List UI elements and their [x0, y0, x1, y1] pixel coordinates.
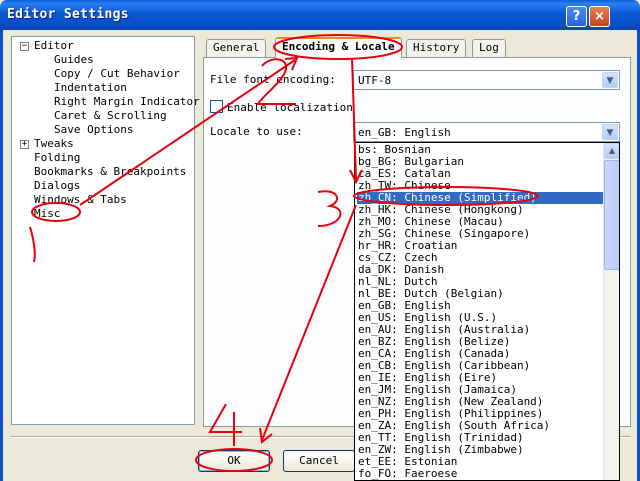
tree-item-save-options[interactable]: Save Options [54, 123, 133, 137]
file-encoding-label: File font encoding: [210, 73, 336, 86]
locale-select[interactable]: en_GB: English ▼ [353, 122, 620, 142]
file-encoding-value: UTF-8 [358, 74, 392, 87]
help-icon: ? [572, 9, 581, 24]
cancel-button[interactable]: Cancel [283, 450, 355, 472]
scrollbar-thumb[interactable] [604, 160, 619, 270]
help-button[interactable]: ? [566, 6, 587, 27]
enable-localization-label: Enable localization [227, 101, 353, 114]
window-title: Editor Settings [7, 7, 129, 22]
tab-history[interactable]: History [406, 39, 467, 57]
ok-button[interactable]: OK [198, 450, 270, 472]
tree-item-windows-tabs[interactable]: Windows & Tabs [34, 193, 127, 207]
locale-option[interactable]: fo_FO: Faeroese [357, 468, 603, 480]
scroll-up-icon[interactable]: ▲ [604, 143, 619, 159]
chevron-down-icon[interactable]: ▼ [602, 124, 618, 140]
tree-item-caret-scrolling[interactable]: Caret & Scrolling [54, 109, 167, 123]
tree-item-right-margin[interactable]: Right Margin Indicator [54, 95, 200, 109]
chevron-down-icon[interactable]: ▼ [602, 72, 618, 88]
title-bar: Editor Settings ? × [0, 0, 640, 30]
collapse-icon[interactable]: − [20, 42, 29, 51]
locale-value: en_GB: English [358, 126, 451, 139]
locale-label: Locale to use: [210, 125, 303, 138]
scrollbar[interactable]: ▲ [603, 143, 619, 480]
tab-log[interactable]: Log [472, 39, 506, 57]
tree-item-editor[interactable]: Editor [34, 39, 74, 53]
tab-general[interactable]: General [206, 39, 267, 57]
enable-localization-checkbox[interactable] [210, 100, 223, 113]
expand-icon[interactable]: + [20, 140, 29, 149]
tab-encoding-locale[interactable]: Encoding & Locale [275, 37, 402, 58]
tree-item-tweaks[interactable]: Tweaks [34, 137, 74, 151]
tree-item-copy-cut[interactable]: Copy / Cut Behavior [54, 67, 180, 81]
tree-item-bookmarks[interactable]: Bookmarks & Breakpoints [34, 165, 186, 179]
file-encoding-select[interactable]: UTF-8 ▼ [353, 70, 620, 90]
locale-dropdown-list[interactable]: bs: Bosnian bg_BG: Bulgarian ca_ES: Catala… [354, 142, 620, 481]
close-icon: × [594, 9, 605, 24]
settings-tree[interactable]: − Editor Guides Copy / Cut Behavior Inde… [11, 36, 200, 425]
close-button[interactable]: × [589, 6, 610, 27]
tree-item-guides[interactable]: Guides [54, 53, 94, 67]
tree-item-indentation[interactable]: Indentation [54, 81, 127, 95]
tree-item-dialogs[interactable]: Dialogs [34, 179, 80, 193]
tree-item-misc[interactable]: Misc [34, 207, 61, 221]
tree-item-folding[interactable]: Folding [34, 151, 80, 165]
